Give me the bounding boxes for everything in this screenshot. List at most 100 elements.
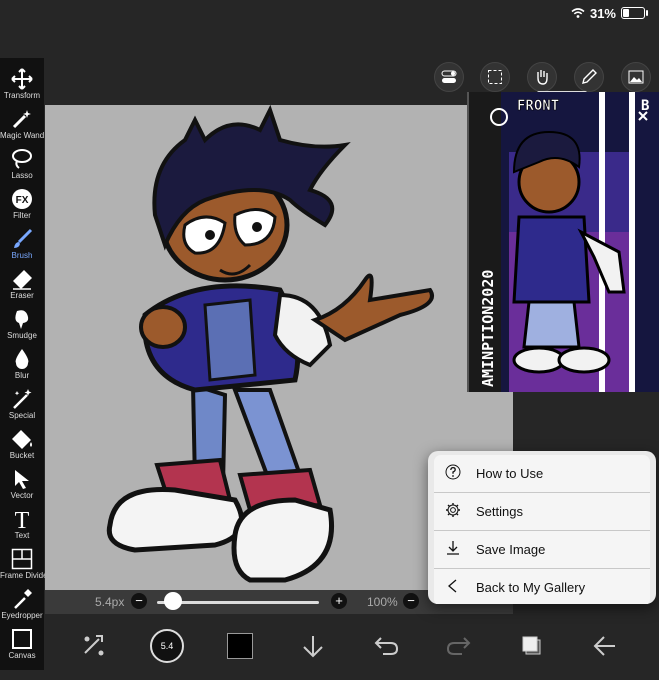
menu-item-back-to-gallery[interactable]: Back to My Gallery — [434, 569, 650, 604]
reference-close-icon[interactable] — [639, 112, 649, 122]
reference-artwork: FRONT B AMINPTION2020 — [469, 92, 659, 392]
menu-item-label: Save Image — [476, 542, 546, 557]
layers-toggle-button[interactable] — [434, 62, 464, 92]
menu-item-save-image[interactable]: Save Image — [434, 531, 650, 568]
tool-label: Filter — [13, 211, 31, 220]
smudge-icon — [15, 310, 29, 329]
tool-label: Vector — [10, 491, 34, 500]
canvas-icon — [12, 629, 32, 649]
opacity-decrease-button[interactable]: − — [403, 593, 419, 609]
brush-size-value: 5.4 — [160, 641, 174, 651]
reference-image-button[interactable] — [621, 62, 651, 92]
tool-canvas[interactable]: Canvas — [0, 624, 44, 664]
svg-text:T: T — [15, 508, 30, 530]
opacity-label: 100% — [367, 595, 398, 609]
battery-percent: 31% — [589, 5, 616, 21]
tool-frame-divider[interactable]: Frame Divider — [0, 544, 51, 584]
question-circle-icon — [442, 464, 464, 484]
tool-text[interactable]: T Text — [0, 504, 44, 544]
tool-smudge[interactable]: Smudge — [0, 304, 44, 344]
tool-label: Eyedropper — [1, 611, 43, 620]
cursor-arrow-icon — [15, 470, 29, 489]
pen-button[interactable] — [574, 62, 604, 92]
sparkle-wand-icon — [13, 389, 32, 409]
swap-colors-button[interactable] — [74, 626, 114, 666]
brush-size-label: 5.4px — [95, 595, 125, 609]
tool-label: Eraser — [10, 291, 34, 300]
gesture-button[interactable] — [527, 62, 557, 92]
hand-icon — [537, 70, 548, 85]
redo-icon — [446, 637, 471, 655]
tool-label: Lasso — [11, 171, 33, 180]
menu-item-label: Settings — [476, 504, 523, 519]
reference-front-label: FRONT — [517, 98, 559, 114]
lasso-icon — [12, 149, 32, 169]
battery-icon — [621, 7, 648, 19]
color-picker-button[interactable] — [220, 626, 260, 666]
undo-button[interactable] — [366, 626, 406, 666]
move-arrows-icon — [11, 68, 33, 90]
download-icon — [442, 540, 464, 560]
tool-label: Transform — [3, 91, 41, 100]
eyedropper-icon — [14, 589, 32, 609]
menu-item-settings[interactable]: Settings — [434, 493, 650, 530]
brush-size-preview: 5.4 — [150, 629, 184, 663]
chevron-left-icon — [442, 578, 464, 598]
tool-eyedropper[interactable]: Eyedropper — [0, 584, 44, 624]
tool-label: Magic Wand — [0, 131, 45, 140]
brush-size-slider-thumb[interactable] — [164, 592, 183, 610]
pencil-icon — [582, 69, 597, 84]
tool-filter[interactable]: FX Filter — [0, 184, 44, 224]
menu-item-how-to-use[interactable]: How to Use — [434, 455, 650, 492]
tool-label: Bucket — [9, 451, 35, 460]
image-icon — [628, 70, 644, 84]
tool-label: Smudge — [7, 331, 37, 340]
redo-button[interactable] — [439, 626, 479, 666]
drop-icon — [15, 349, 29, 369]
bucket-icon — [12, 430, 32, 449]
tool-blur[interactable]: Blur — [0, 344, 44, 384]
gear-icon — [442, 502, 464, 522]
text-icon: T — [15, 508, 30, 530]
undo-icon — [374, 637, 399, 655]
tool-sidebar: Transform Magic Wand Lasso FX Filter Bru… — [0, 58, 51, 670]
tool-transform[interactable]: Transform — [0, 64, 44, 104]
back-button[interactable] — [585, 626, 625, 666]
menu-item-label: How to Use — [476, 466, 544, 481]
toggle-icon — [441, 70, 457, 83]
tool-label: Blur — [14, 371, 30, 380]
tool-brush[interactable]: Brush — [0, 224, 44, 264]
brush-icon — [14, 228, 33, 248]
tool-vector[interactable]: Vector — [0, 464, 44, 504]
tool-eraser[interactable]: Eraser — [0, 264, 44, 304]
status-bar: 31% — [571, 4, 648, 22]
tool-special[interactable]: Special — [0, 384, 44, 424]
brush-size-button[interactable]: 5.4 — [147, 626, 187, 666]
tool-label: Canvas — [8, 651, 36, 660]
reference-window[interactable]: FRONT B AMINPTION2020 — [467, 92, 659, 392]
options-menu: How to Use Settings Save Image Back to M… — [428, 451, 656, 604]
tool-label: Brush — [11, 251, 33, 260]
tool-label: Special — [8, 411, 36, 420]
selection-button[interactable] — [480, 62, 510, 92]
tool-magic-wand[interactable]: Magic Wand — [0, 104, 44, 144]
layers-button[interactable] — [512, 626, 552, 666]
tool-label: Text — [14, 531, 30, 540]
dashed-square-icon — [488, 70, 502, 84]
magic-wand-icon — [12, 110, 31, 129]
menu-item-label: Back to My Gallery — [476, 580, 586, 595]
tool-label: Frame Divider — [0, 571, 51, 580]
layer-down-button[interactable] — [293, 626, 333, 666]
tool-lasso[interactable]: Lasso — [0, 144, 44, 184]
svg-text:FX: FX — [16, 195, 29, 206]
layers-icon — [522, 636, 541, 655]
tool-bucket[interactable]: Bucket — [0, 424, 44, 464]
brush-size-increase-button[interactable]: + — [331, 593, 347, 609]
arrow-left-icon — [593, 636, 615, 656]
reference-side-text: AMINPTION2020 — [479, 270, 497, 387]
eraser-icon — [13, 270, 32, 290]
brush-size-decrease-button[interactable]: − — [131, 593, 147, 609]
swap-icon — [84, 635, 104, 656]
frame-divider-icon — [11, 548, 33, 570]
arrow-down-icon — [303, 636, 323, 658]
